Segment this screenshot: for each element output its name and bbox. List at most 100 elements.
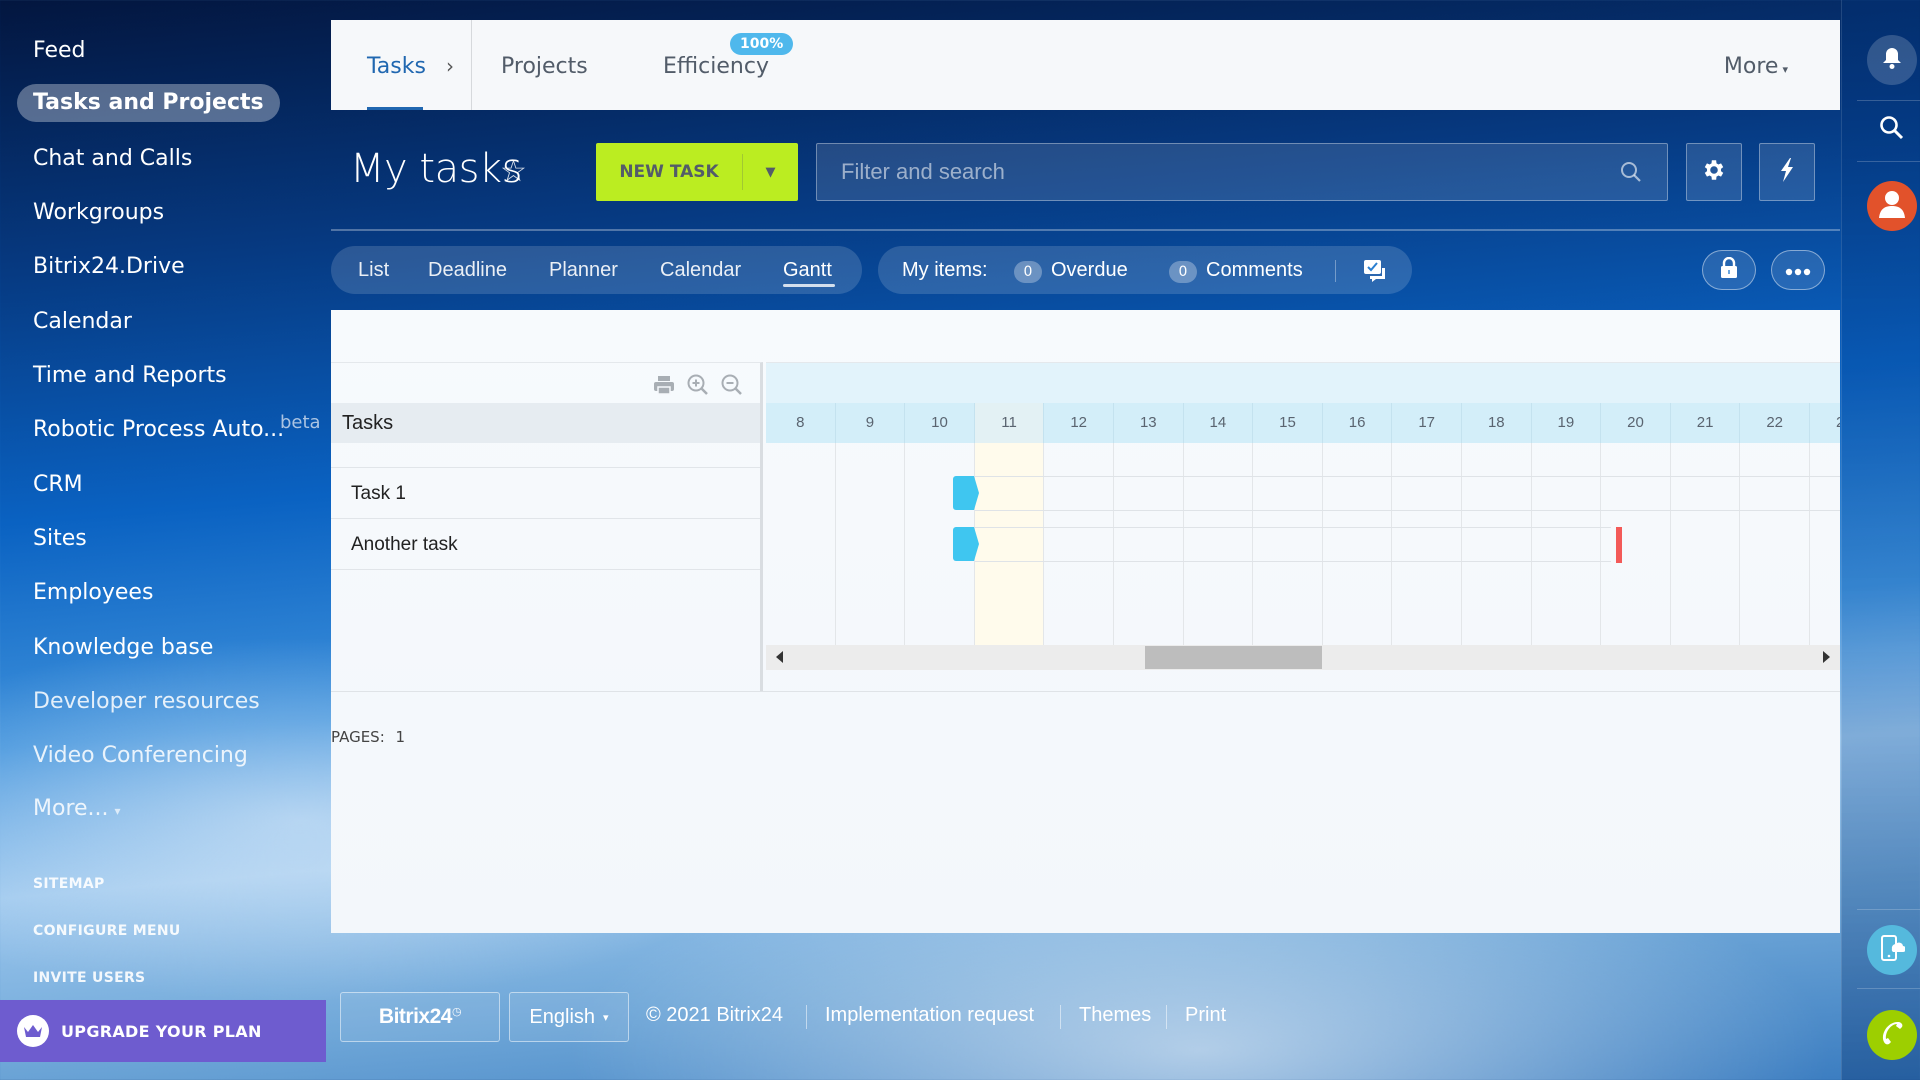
gantt-task-list: Tasks Task 1 Another task xyxy=(331,362,763,691)
tab-divider xyxy=(471,20,472,110)
comments-link[interactable]: Comments xyxy=(1206,259,1303,282)
page-title: My tasks xyxy=(350,146,522,192)
sidebar-item-time-and-reports[interactable]: Time and Reports xyxy=(33,357,227,395)
print-icon[interactable] xyxy=(652,373,676,397)
print-link[interactable]: Print xyxy=(1185,1004,1226,1027)
sidebar-item-feed[interactable]: Feed xyxy=(33,32,86,70)
global-search-button[interactable] xyxy=(1867,105,1917,155)
star-icon[interactable]: ☆ xyxy=(500,154,527,189)
footer-divider xyxy=(806,1005,807,1029)
task-bar-start-marker[interactable] xyxy=(952,527,979,565)
new-task-button[interactable]: NEW TASK ▼ xyxy=(596,143,798,201)
more-menu-button[interactable]: More ▾ xyxy=(1724,54,1788,79)
bitrix24-logo-button[interactable]: Bitrix24◷ xyxy=(340,992,500,1042)
sidebar-item-developer-resources[interactable]: Developer resources xyxy=(33,683,260,721)
sidebar-item-crm[interactable]: CRM xyxy=(33,466,83,504)
toolbar-divider xyxy=(1857,988,1920,989)
sidebar-item-calendar[interactable]: Calendar xyxy=(33,303,132,341)
scroll-right-icon[interactable] xyxy=(1823,651,1830,663)
gantt-panel: Tasks Task 1 Another task 8 9 10 11 12 13 14 15… xyxy=(331,310,1840,933)
sidebar-item-workgroups[interactable]: Workgroups xyxy=(33,194,164,232)
overdue-count[interactable]: 0 xyxy=(1014,261,1042,283)
tasks-column-header: Tasks xyxy=(331,403,760,443)
sidebar-item-tasks-and-projects[interactable]: Tasks and Projects xyxy=(17,84,280,122)
tab-projects[interactable]: Projects xyxy=(501,54,588,79)
mobile-app-button[interactable] xyxy=(1867,925,1917,975)
copyright: © 2021 Bitrix24 xyxy=(646,1004,784,1026)
user-icon xyxy=(1878,189,1906,223)
comments-count[interactable]: 0 xyxy=(1169,261,1197,283)
page-number[interactable]: 1 xyxy=(396,728,406,746)
sidebar-item-drive[interactable]: Bitrix24.Drive xyxy=(33,248,185,286)
today-column xyxy=(974,443,1045,645)
day-column xyxy=(836,443,906,645)
sidebar-item-more[interactable]: More... ▾ xyxy=(33,790,121,828)
sidebar-more-label: More... xyxy=(33,796,109,821)
language-selector[interactable]: English ▾ xyxy=(509,992,629,1042)
day-label-18: 18 xyxy=(1462,403,1532,443)
view-deadline[interactable]: Deadline xyxy=(428,259,507,282)
new-task-dropdown[interactable]: ▼ xyxy=(743,165,798,180)
call-button[interactable] xyxy=(1867,1010,1917,1060)
sidebar-item-sites[interactable]: Sites xyxy=(33,520,87,558)
task-row-task-1[interactable]: Task 1 xyxy=(331,469,760,519)
language-label: English xyxy=(529,1005,596,1028)
sidebar-item-rpa[interactable]: Robotic Process Auto... xyxy=(33,411,284,449)
filter-search-box[interactable] xyxy=(816,143,1668,201)
day-column xyxy=(1323,443,1393,645)
zoom-in-icon[interactable] xyxy=(686,373,710,397)
settings-button[interactable] xyxy=(1686,143,1742,201)
lock-button[interactable] xyxy=(1702,250,1756,290)
overdue-link[interactable]: Overdue xyxy=(1051,259,1128,282)
search-icon[interactable] xyxy=(1619,160,1643,188)
search-input[interactable] xyxy=(817,144,1667,200)
themes-link[interactable]: Themes xyxy=(1079,1004,1151,1027)
gantt-horizontal-scrollbar[interactable] xyxy=(766,645,1840,670)
configure-menu-link[interactable]: CONFIGURE MENU xyxy=(33,923,181,939)
more-options-button[interactable] xyxy=(1771,250,1825,290)
day-column xyxy=(1532,443,1602,645)
day-column xyxy=(1810,443,1840,645)
tab-efficiency[interactable]: Efficiency xyxy=(663,54,769,79)
phone-icon xyxy=(1879,1020,1905,1050)
view-list[interactable]: List xyxy=(358,259,389,282)
my-items-label: My items: xyxy=(902,259,988,281)
view-gantt[interactable]: Gantt xyxy=(783,259,832,282)
view-planner[interactable]: Planner xyxy=(549,259,618,282)
day-label-14: 14 xyxy=(1184,403,1254,443)
invite-users-link[interactable]: INVITE USERS xyxy=(33,970,145,986)
zoom-out-icon[interactable] xyxy=(720,373,744,397)
scrollbar-thumb[interactable] xyxy=(1144,646,1323,669)
gantt-month-header xyxy=(766,363,1840,403)
day-label-22: 22 xyxy=(1740,403,1810,443)
sidebar-item-video-conferencing[interactable]: Video Conferencing xyxy=(33,737,248,775)
task-bar-start-marker[interactable] xyxy=(952,476,979,514)
read-all-comments-icon[interactable] xyxy=(1362,258,1388,288)
sidebar-item-knowledge-base[interactable]: Knowledge base xyxy=(33,629,213,667)
notifications-button[interactable] xyxy=(1867,35,1917,85)
day-label-19: 19 xyxy=(1532,403,1602,443)
view-calendar[interactable]: Calendar xyxy=(660,259,741,282)
upgrade-plan-button[interactable]: UPGRADE YOUR PLAN xyxy=(0,1000,326,1062)
gear-icon xyxy=(1701,157,1727,187)
user-avatar[interactable] xyxy=(1867,181,1917,231)
sidebar-item-employees[interactable]: Employees xyxy=(33,574,153,612)
day-column xyxy=(1462,443,1532,645)
day-label-10: 10 xyxy=(905,403,975,443)
day-column xyxy=(1184,443,1254,645)
view-switcher: List Deadline Planner Calendar Gantt xyxy=(331,246,862,294)
sitemap-link[interactable]: SITEMAP xyxy=(33,876,105,892)
search-icon xyxy=(1879,115,1905,145)
automation-button[interactable] xyxy=(1759,143,1815,201)
day-label-16: 16 xyxy=(1323,403,1393,443)
left-sidebar: Feed Tasks and Projects Chat and Calls W… xyxy=(0,0,330,1080)
sidebar-item-chat-and-calls[interactable]: Chat and Calls xyxy=(33,140,192,178)
tab-tasks[interactable]: Tasks xyxy=(367,54,426,79)
task-deadline-marker[interactable] xyxy=(1616,527,1623,563)
implementation-request-link[interactable]: Implementation request xyxy=(825,1004,1034,1027)
toolbar-divider xyxy=(1857,909,1920,910)
task-row-outline xyxy=(974,527,1612,528)
scroll-left-icon[interactable] xyxy=(776,651,783,663)
task-row-another-task[interactable]: Another task xyxy=(331,520,760,570)
gantt-timeline: 891011121314151617181920212223 xyxy=(766,362,1840,691)
